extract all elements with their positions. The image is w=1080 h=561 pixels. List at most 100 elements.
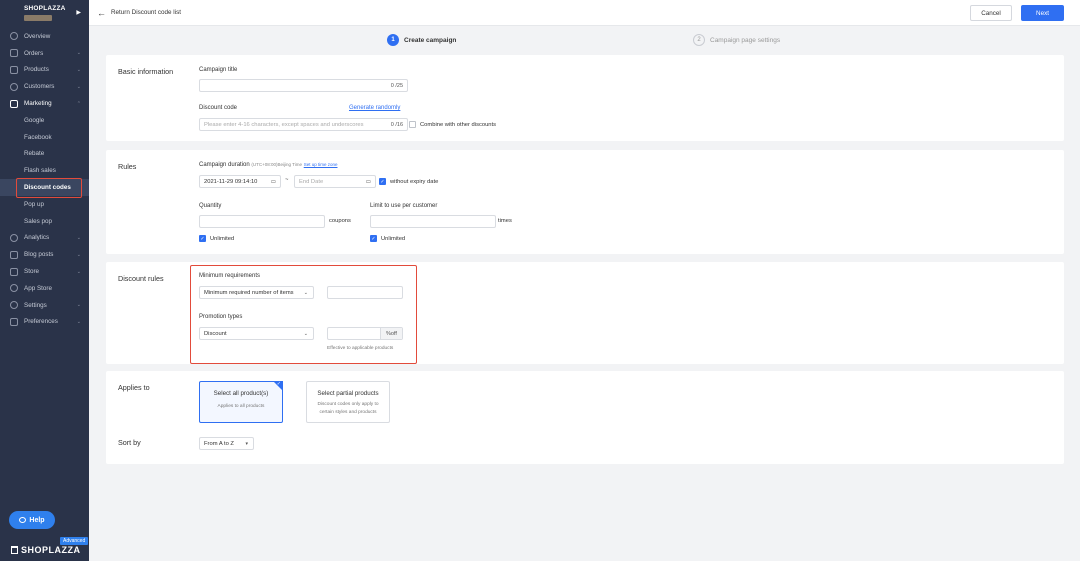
step-indicator: 1 Create campaign 2 Campaign page settin…: [89, 26, 1080, 54]
sidebar-item-store[interactable]: Store ⌄: [0, 263, 89, 280]
sidebar-subitem-label: Rebate: [24, 150, 45, 158]
step-label: Campaign page settings: [710, 36, 781, 44]
campaign-title-input[interactable]: 0 /25: [199, 79, 408, 92]
help-button[interactable]: Help: [9, 511, 55, 529]
sidebar-item-products[interactable]: Products ⌄: [0, 62, 89, 79]
set-time-zone-link[interactable]: Set up time zone: [304, 162, 338, 167]
select-value: From A to Z: [204, 440, 234, 447]
checkbox-checked-icon: ✓: [370, 235, 377, 242]
limit-unlimited-checkbox[interactable]: ✓ Unlimited: [370, 235, 405, 242]
combine-discounts-checkbox[interactable]: Combine with other discounts: [409, 121, 496, 128]
marketing-icon: [10, 99, 18, 108]
calendar-icon: ▭: [270, 178, 276, 185]
customers-icon: [10, 82, 18, 91]
sidebar-item-label: Products: [24, 66, 49, 74]
sidebar-item-analytics[interactable]: Analytics ⌄: [0, 230, 89, 247]
sidebar-item-label: Preferences: [24, 318, 58, 326]
generate-randomly-link[interactable]: Generate randomly: [349, 105, 400, 111]
sidebar-subitem-label: Flash sales: [24, 167, 56, 175]
calendar-icon: ▭: [365, 178, 371, 185]
sidebar-item-app-store[interactable]: App Store: [0, 280, 89, 297]
option-description: Applies to all products: [217, 404, 265, 409]
plan-badge: Advanced: [60, 537, 89, 545]
quantity-unlimited-checkbox[interactable]: ✓ Unlimited: [199, 235, 234, 242]
applies-to-card: Applies to ✓ Select all product(s) Appli…: [106, 371, 1064, 464]
top-bar: ← Return Discount code list Cancel Next: [89, 0, 1080, 26]
end-date-picker[interactable]: End Date ▭: [294, 175, 376, 188]
section-title: Discount rules: [118, 274, 164, 283]
campaign-duration-label: Campaign duration (UTC+08:00)Beijing Tim…: [199, 162, 337, 168]
select-all-products-option[interactable]: ✓ Select all product(s) Applies to all p…: [199, 381, 283, 423]
sidebar-item-blog-posts[interactable]: Blog posts ⌄: [0, 246, 89, 263]
next-button[interactable]: Next: [1021, 5, 1064, 21]
chevron-down-icon: ⌄: [76, 251, 81, 258]
sidebar-subitem-google[interactable]: Google: [0, 112, 89, 129]
quantity-suffix: coupons: [329, 218, 351, 224]
sidebar-subitem-pop-up[interactable]: Pop up: [0, 196, 89, 213]
sidebar-item-label: Analytics: [24, 234, 50, 242]
chevron-down-icon: ⌄: [76, 234, 81, 241]
input-placeholder: End Date: [299, 178, 324, 185]
duration-label-text: Campaign duration: [199, 162, 250, 168]
sidebar-subitem-label: Google: [24, 116, 45, 124]
start-date-picker[interactable]: 2021-11-29 09:14:10 ▭: [199, 175, 281, 188]
shoplazza-logo: SHOPLAZZA: [11, 545, 81, 555]
arrow-left-icon: ←: [97, 7, 106, 18]
basic-information-card: Basic information Campaign title 0 /25 D…: [106, 55, 1064, 141]
select-partial-products-option[interactable]: Select partial products Discount codes o…: [306, 381, 390, 423]
caret-right-icon: ▶: [76, 10, 81, 16]
step-number: 1: [387, 34, 399, 46]
chat-bubble-icon: [19, 517, 27, 523]
sidebar-item-label: Orders: [24, 49, 44, 57]
checkbox-label: Combine with other discounts: [420, 121, 497, 128]
limit-per-customer-input[interactable]: [370, 215, 496, 228]
discount-code-label: Discount code: [199, 105, 238, 111]
sidebar-subitem-discount-codes[interactable]: Discount codes: [0, 178, 89, 198]
option-description: Discount codes only apply to certain sty…: [317, 402, 379, 415]
sidebar-item-settings[interactable]: Settings ⌄: [0, 297, 89, 314]
sidebar-subitem-sales-pop[interactable]: Sales pop: [0, 213, 89, 230]
discount-code-input[interactable]: Please enter 4-16 characters, except spa…: [199, 118, 408, 131]
back-link[interactable]: ← Return Discount code list: [97, 8, 181, 18]
sidebar-subitem-facebook[interactable]: Facebook: [0, 129, 89, 146]
back-label: Return Discount code list: [111, 9, 181, 16]
sidebar-subitem-rebate[interactable]: Rebate: [0, 146, 89, 163]
rules-card: Rules Campaign duration (UTC+08:00)Beiji…: [106, 150, 1064, 254]
analytics-icon: [10, 233, 18, 242]
campaign-title-label: Campaign title: [199, 67, 238, 73]
sort-by-select[interactable]: From A to Z ▾: [199, 437, 254, 450]
sidebar-item-marketing[interactable]: Marketing ⌃: [0, 95, 89, 112]
store-switcher[interactable]: SHOPLAZZA ▶: [0, 0, 89, 26]
without-expiry-checkbox[interactable]: ✓ without expiry date: [379, 178, 438, 185]
sidebar-item-overview[interactable]: Overview: [0, 28, 89, 45]
sidebar-subitem-flash-sales[interactable]: Flash sales: [0, 162, 89, 179]
sidebar-subitem-label: Sales pop: [24, 217, 53, 225]
blog-icon: [10, 250, 18, 259]
checkbox-label: Unlimited: [210, 235, 235, 242]
chevron-down-icon: ⌄: [76, 66, 81, 73]
char-counter: 0 /25: [390, 82, 403, 89]
sidebar-item-orders[interactable]: Orders ⌄: [0, 45, 89, 62]
sort-by-label: Sort by: [118, 438, 141, 447]
sidebar: SHOPLAZZA ▶ Overview Orders ⌄ Products ⌄ C…: [0, 0, 89, 561]
chevron-down-icon: ⌄: [76, 268, 81, 275]
quantity-input[interactable]: [199, 215, 325, 228]
sidebar-item-customers[interactable]: Customers ⌄: [0, 78, 89, 95]
sidebar-item-preferences[interactable]: Preferences ⌄: [0, 314, 89, 331]
overview-icon: [10, 32, 18, 41]
caret-down-icon: ▾: [245, 440, 248, 447]
logo-mark-icon: [11, 546, 18, 554]
step-number: 2: [693, 34, 705, 46]
sidebar-item-label: Customers: [24, 83, 55, 91]
chevron-down-icon: ⌄: [76, 50, 81, 57]
app-store-icon: [10, 284, 18, 293]
step-create-campaign: 1 Create campaign: [387, 34, 456, 46]
sidebar-item-label: Overview: [24, 32, 51, 40]
logo-text: SHOPLAZZA: [21, 545, 81, 555]
cancel-button[interactable]: Cancel: [970, 5, 1012, 21]
step-campaign-page-settings[interactable]: 2 Campaign page settings: [693, 34, 780, 46]
store-icon: [10, 267, 18, 276]
checkbox-checked-icon: ✓: [199, 235, 206, 242]
section-title: Applies to: [118, 383, 150, 392]
store-url-redacted: [24, 15, 52, 21]
